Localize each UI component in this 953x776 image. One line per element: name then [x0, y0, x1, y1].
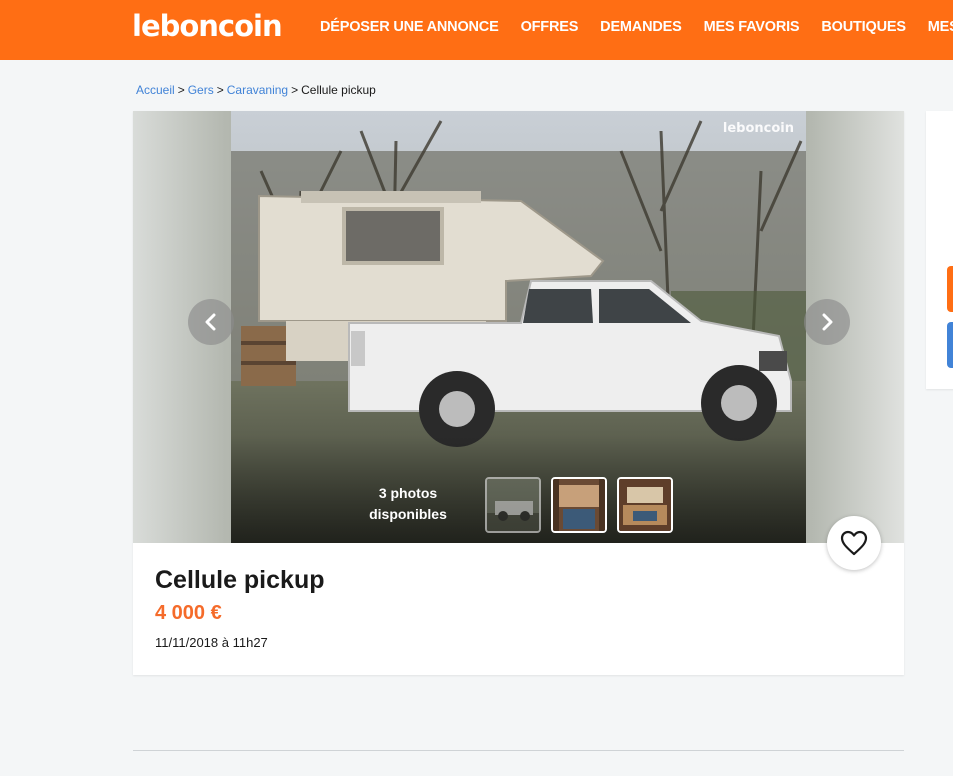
contact-button[interactable] [947, 266, 953, 312]
breadcrumb-category[interactable]: Caravaning [227, 83, 288, 97]
breadcrumb-separator: > [216, 83, 224, 97]
photo-count-label: 3 photos disponibles [369, 485, 447, 522]
breadcrumb-separator: > [177, 83, 185, 97]
nav-post-ad[interactable]: DÉPOSER UNE ANNONCE [320, 19, 499, 35]
nav-requests[interactable]: DEMANDES [600, 19, 682, 35]
listing-card: leboncoin 3 photos disponibles Cellule p… [133, 111, 904, 675]
listing-price: 4 000 € [155, 602, 222, 624]
top-header: leboncoin DÉPOSER UNE ANNONCE OFFRES DEM… [0, 0, 953, 60]
photo-gallery[interactable]: leboncoin 3 photos disponibles [133, 111, 904, 543]
thumbnail-image [619, 479, 671, 531]
secondary-contact-button[interactable] [947, 322, 953, 368]
breadcrumb: Accueil > Gers > Caravaning > Cellule pickup [136, 83, 376, 97]
nav-offers[interactable]: OFFRES [521, 19, 579, 35]
listing-date: 11/11/2018 à 11h27 [155, 635, 268, 650]
thumbnail-image [487, 479, 539, 531]
site-logo[interactable]: leboncoin [132, 9, 283, 43]
heart-icon [840, 530, 868, 556]
favorite-button[interactable] [827, 516, 881, 570]
listing-title: Cellule pickup [155, 566, 325, 594]
section-divider [133, 750, 904, 751]
breadcrumb-separator: > [291, 83, 299, 97]
breadcrumb-region[interactable]: Gers [188, 83, 214, 97]
photo-thumbnail[interactable] [617, 477, 673, 533]
thumbnail-image [553, 479, 605, 531]
next-photo-button[interactable] [804, 299, 850, 345]
chevron-right-icon [822, 313, 833, 331]
photo-thumbnail[interactable] [551, 477, 607, 533]
photo-watermark: leboncoin [722, 121, 794, 136]
breadcrumb-home[interactable]: Accueil [136, 83, 175, 97]
breadcrumb-current: Cellule pickup [301, 83, 376, 97]
nav-shops[interactable]: BOUTIQUES [821, 19, 906, 35]
nav-favorites[interactable]: MES FAVORIS [704, 19, 800, 35]
previous-photo-button[interactable] [188, 299, 234, 345]
main-nav: DÉPOSER UNE ANNONCE OFFRES DEMANDES MES … [320, 19, 953, 35]
photo-thumbnail[interactable] [485, 477, 541, 533]
chevron-left-icon [205, 313, 216, 331]
nav-messages[interactable]: MESSAGES [928, 19, 953, 35]
